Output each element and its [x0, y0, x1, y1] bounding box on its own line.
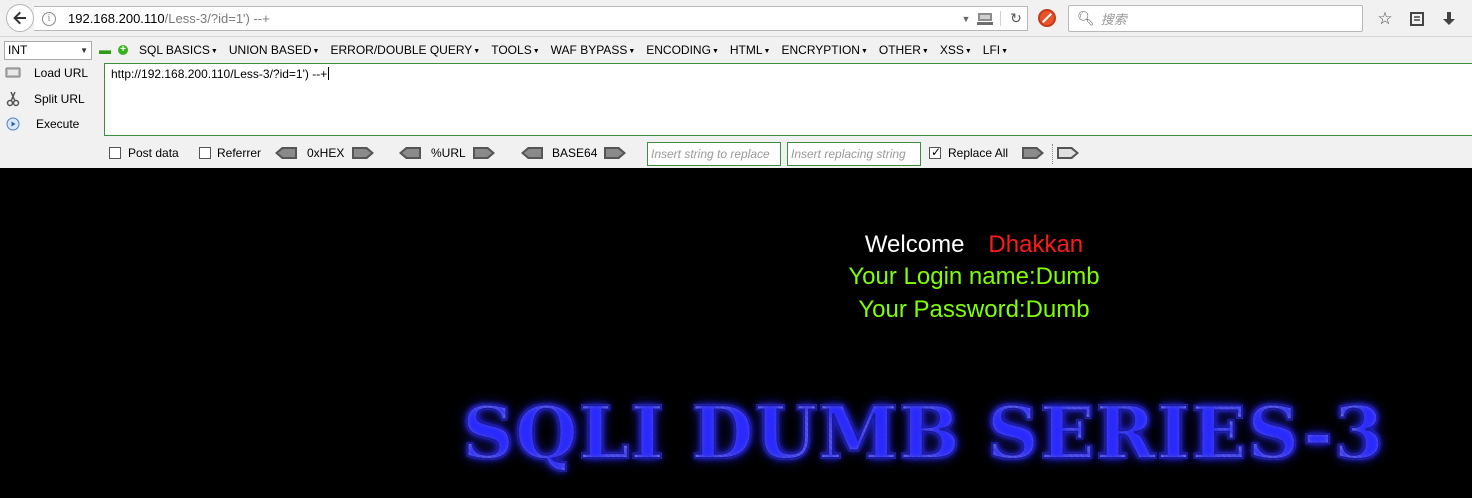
- network-icon[interactable]: [974, 12, 996, 26]
- page-content: Welcome Dhakkan Your Login name:Dumb Your…: [0, 168, 1472, 498]
- text-cursor: [328, 67, 330, 80]
- load-url-button[interactable]: Load URL: [4, 64, 100, 82]
- menu-tools[interactable]: TOOLS▼: [491, 43, 539, 57]
- menu-encryption[interactable]: ENCRYPTION▼: [781, 43, 867, 57]
- url-textarea[interactable]: http://192.168.200.110/Less-3/?id=1') --…: [104, 63, 1472, 136]
- replace-arrow-icon[interactable]: [1022, 147, 1044, 159]
- replace-find-input[interactable]: Insert string to replace: [647, 142, 781, 166]
- hackbar: INT ▼ ▬ + SQL BASICS▼ UNION BASED▼ ERROR/…: [0, 37, 1472, 168]
- menu-sql-basics[interactable]: SQL BASICS▼: [139, 43, 218, 57]
- hackbar-menu: INT ▼ ▬ + SQL BASICS▼ UNION BASED▼ ERROR/…: [0, 39, 1472, 61]
- load-url-icon: [4, 64, 22, 82]
- bookmark-star-icon[interactable]: ☆: [1372, 6, 1398, 31]
- series-banner: SQLI DUMB SERIES-3: [461, 389, 1385, 476]
- menu-html[interactable]: HTML▼: [730, 43, 771, 57]
- hex-encode-arrow-icon[interactable]: [352, 147, 374, 159]
- username-text: Dhakkan: [988, 231, 1084, 258]
- menu-lfi[interactable]: LFI▼: [983, 43, 1008, 57]
- checkmark-icon: ✓: [931, 145, 942, 159]
- url-text[interactable]: 192.168.200.110/Less-3/?id=1') --+: [68, 11, 270, 26]
- chevron-down-icon: ▼: [80, 45, 88, 55]
- separator: [1052, 144, 1053, 164]
- execute-button[interactable]: Execute: [4, 115, 100, 133]
- plus-icon[interactable]: +: [118, 45, 128, 55]
- back-arrow-icon: [13, 11, 26, 25]
- back-button[interactable]: [6, 4, 34, 32]
- type-select-value: INT: [8, 43, 28, 57]
- scissors-icon: [4, 90, 22, 108]
- search-placeholder: 搜索: [1100, 12, 1127, 27]
- base64-label: BASE64: [552, 146, 598, 160]
- info-icon[interactable]: i: [42, 11, 56, 26]
- url-bar[interactable]: i 192.168.200.110/Less-3/?id=1') --+ ▼ ↻: [34, 6, 1028, 31]
- download-icon[interactable]: [1436, 6, 1462, 31]
- referrer-checkbox[interactable]: [199, 147, 211, 159]
- url-encode-label: %URL: [431, 146, 466, 160]
- post-data-checkbox[interactable]: [109, 147, 121, 159]
- play-icon: [4, 115, 22, 133]
- url-host: 192.168.200.110: [68, 11, 165, 26]
- menu-other[interactable]: OTHER▼: [879, 43, 929, 57]
- referrer-label: Referrer: [217, 146, 262, 160]
- hackbar-options: Post data Referrer 0xHEX %URL BASE64 Ins…: [0, 142, 1472, 166]
- browser-navbar: i 192.168.200.110/Less-3/?id=1') --+ ▼ ↻…: [0, 0, 1472, 37]
- hex-decode-arrow-icon[interactable]: [275, 147, 297, 159]
- execute-label: Execute: [36, 117, 80, 131]
- split-url-label: Split URL: [34, 92, 85, 106]
- minus-icon[interactable]: ▬: [99, 43, 111, 57]
- url-encode-arrow-icon[interactable]: [473, 147, 495, 159]
- search-icon: 🔍︎: [1077, 10, 1095, 26]
- replace-all-label: Replace All: [948, 146, 1009, 160]
- welcome-line: Welcome Dhakkan: [0, 231, 1472, 259]
- block-icon[interactable]: [1038, 9, 1056, 27]
- split-url-button[interactable]: Split URL: [4, 90, 100, 108]
- url-decode-arrow-icon[interactable]: [399, 147, 421, 159]
- replace-with-input[interactable]: Insert replacing string: [787, 142, 921, 166]
- url-separator: [1000, 11, 1001, 26]
- reading-list-icon[interactable]: [1404, 6, 1430, 31]
- menu-encoding[interactable]: ENCODING▼: [646, 43, 719, 57]
- url-textarea-value: http://192.168.200.110/Less-3/?id=1') --…: [111, 67, 328, 81]
- dropdown-icon[interactable]: ▼: [958, 14, 974, 24]
- login-name-text: Your Login name:Dumb: [848, 263, 1100, 290]
- replace-all-checkbox[interactable]: ✓: [929, 145, 942, 159]
- menu-error-double-query[interactable]: ERROR/DOUBLE QUERY▼: [330, 43, 480, 57]
- load-url-label: Load URL: [34, 66, 89, 80]
- reload-icon[interactable]: ↻: [1005, 10, 1027, 27]
- search-bar[interactable]: 🔍︎ 搜索: [1068, 5, 1363, 32]
- password-text: Your Password:Dumb: [858, 296, 1090, 323]
- base64-encode-arrow-icon[interactable]: [604, 147, 626, 159]
- base64-decode-arrow-icon[interactable]: [521, 147, 543, 159]
- welcome-text: Welcome: [864, 231, 965, 258]
- type-select[interactable]: INT ▼: [4, 40, 92, 60]
- hex-label: 0xHEX: [307, 146, 345, 160]
- url-path: /Less-3/?id=1') --+: [164, 11, 270, 26]
- menu-union-based[interactable]: UNION BASED▼: [229, 43, 320, 57]
- menu-waf-bypass[interactable]: WAF BYPASS▼: [551, 43, 636, 57]
- menu-xss[interactable]: XSS▼: [940, 43, 972, 57]
- replace-all-arrow-icon[interactable]: [1057, 147, 1079, 159]
- post-data-label: Post data: [128, 146, 179, 160]
